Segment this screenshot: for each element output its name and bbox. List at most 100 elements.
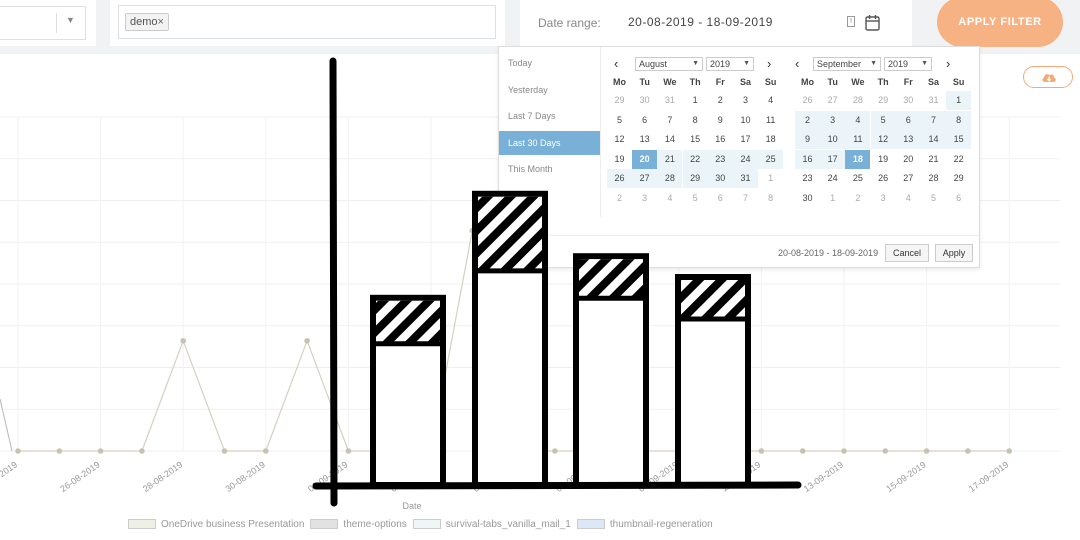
calendar-day[interactable]: 5 [683, 189, 708, 208]
calendar-day[interactable]: 4 [896, 189, 921, 208]
range-option[interactable]: This Month [499, 157, 600, 181]
data-point[interactable] [799, 448, 806, 454]
calendar-day[interactable]: 9 [795, 130, 820, 150]
calendar-day[interactable]: 29 [682, 169, 708, 189]
chevron-down-icon[interactable]: ▼ [66, 15, 75, 25]
calendar-day[interactable]: 14 [921, 130, 946, 150]
calendar-day[interactable]: 31 [657, 91, 682, 110]
legend-item[interactable]: thumbnail-regeneration [576, 519, 713, 530]
calendar-day[interactable]: 7 [733, 189, 758, 208]
data-point[interactable] [593, 448, 599, 454]
data-point[interactable] [758, 448, 765, 454]
calendar-day[interactable]: 28 [845, 91, 870, 110]
data-point[interactable] [634, 448, 641, 454]
calendar-day[interactable]: 1 [683, 91, 708, 110]
calendar-day[interactable]: 19 [607, 150, 632, 169]
calendar-day[interactable]: 30 [707, 169, 733, 189]
calendar-day[interactable]: 18 [758, 130, 783, 149]
data-point[interactable] [97, 448, 104, 454]
range-option[interactable]: Last 7 Days [499, 104, 600, 128]
calendar-day[interactable]: 16 [795, 149, 820, 169]
chevron-left-icon[interactable]: ‹ [795, 56, 799, 71]
data-point[interactable] [1006, 448, 1012, 454]
calendar-day[interactable]: 30 [896, 91, 921, 110]
calendar-day[interactable]: 28 [657, 169, 683, 189]
calendar-day[interactable]: 2 [845, 189, 870, 208]
data-point[interactable] [428, 448, 434, 454]
range-option[interactable]: Yesterday [499, 78, 600, 102]
calendar-day[interactable]: 3 [871, 189, 896, 208]
calendar-day[interactable]: 31 [733, 169, 758, 189]
calendar-day[interactable]: 10 [733, 111, 758, 130]
calendar-day[interactable]: 27 [632, 169, 658, 189]
data-point[interactable] [676, 448, 682, 454]
calendar-day[interactable]: 20 [632, 149, 658, 169]
calendar-day[interactable]: 5 [607, 111, 632, 130]
calendar-day[interactable]: 29 [946, 169, 971, 188]
range-option[interactable]: Today [499, 51, 600, 75]
data-point[interactable] [469, 227, 476, 234]
calendar-day[interactable]: 4 [845, 110, 871, 130]
tag-remove-icon[interactable]: × [158, 16, 164, 28]
calendar-day[interactable]: 21 [921, 150, 946, 169]
calendar-day[interactable]: 23 [707, 149, 733, 169]
apply-filter-button[interactable]: APPLY FILTER [937, 0, 1063, 47]
data-point[interactable] [15, 448, 21, 454]
data-point[interactable] [263, 448, 269, 454]
calendar-day[interactable]: 13 [632, 130, 657, 149]
data-point[interactable] [552, 448, 558, 454]
apply-button[interactable]: Apply [935, 244, 973, 262]
calendar-day[interactable]: 14 [657, 130, 682, 149]
calendar-day[interactable]: 6 [946, 189, 971, 208]
calendar-day[interactable]: 28 [921, 169, 946, 188]
calendar-day[interactable]: 29 [607, 91, 632, 110]
calendar-day[interactable]: 22 [682, 149, 708, 169]
calendar-day[interactable]: 6 [632, 111, 657, 130]
calendar-day[interactable]: 1 [946, 91, 972, 110]
data-point[interactable] [841, 448, 847, 454]
calendar-day[interactable]: 3 [733, 91, 758, 110]
calendar-day[interactable]: 3 [632, 189, 657, 208]
data-point[interactable] [965, 448, 971, 454]
range-option[interactable]: Last 30 Days [499, 130, 600, 155]
calendar-day[interactable]: 3 [820, 110, 846, 130]
legend-item[interactable]: theme-options [310, 519, 407, 530]
date-range-input[interactable]: 20-08-2019 - 18-09-2019 [628, 15, 773, 29]
calendar-day[interactable]: 16 [708, 130, 733, 149]
calendar-day[interactable]: 4 [657, 189, 682, 208]
chevron-right-icon[interactable]: › [946, 56, 950, 71]
data-point[interactable] [221, 448, 228, 454]
calendar-day[interactable]: 2 [708, 91, 733, 110]
calendar-day[interactable]: 21 [657, 149, 683, 169]
data-point[interactable] [304, 337, 310, 344]
data-point[interactable] [923, 448, 930, 454]
calendar-day[interactable]: 2 [607, 189, 632, 208]
calendar-day[interactable]: 10 [820, 130, 846, 150]
data-point[interactable] [180, 337, 186, 344]
calendar-day[interactable]: 26 [607, 169, 632, 189]
calendar-day[interactable]: 4 [758, 91, 783, 110]
calendar-day[interactable]: 17 [820, 149, 846, 169]
calendar-day[interactable]: 13 [895, 130, 921, 150]
data-point[interactable] [882, 448, 889, 454]
calendar-day[interactable]: 22 [946, 150, 971, 169]
data-point[interactable] [56, 448, 63, 454]
calendar-day[interactable]: 30 [795, 189, 820, 208]
calendar-day[interactable]: 7 [921, 110, 946, 130]
chevron-right-icon[interactable]: › [767, 56, 771, 71]
calendar-day[interactable]: 29 [871, 91, 896, 110]
legend-item[interactable]: OneDrive business Presentation [128, 519, 304, 530]
legend-item[interactable]: survival-tabs_vanilla_mail_1 [412, 519, 571, 530]
calendar-icon[interactable] [865, 14, 880, 31]
calendar-day[interactable]: 11 [845, 130, 871, 150]
calendar-day[interactable]: 2 [795, 110, 820, 130]
calendar-day[interactable]: 5 [870, 110, 896, 130]
calendar-day[interactable]: 26 [871, 169, 896, 188]
calendar-day[interactable]: 11 [758, 111, 783, 130]
calendar-day[interactable]: 25 [758, 149, 784, 169]
calendar-day[interactable]: 8 [758, 189, 783, 208]
calendar-day[interactable]: 12 [607, 130, 632, 149]
data-point[interactable] [717, 448, 723, 454]
calendar-day[interactable]: 1 [758, 169, 783, 188]
calendar-day[interactable]: 15 [683, 130, 708, 149]
